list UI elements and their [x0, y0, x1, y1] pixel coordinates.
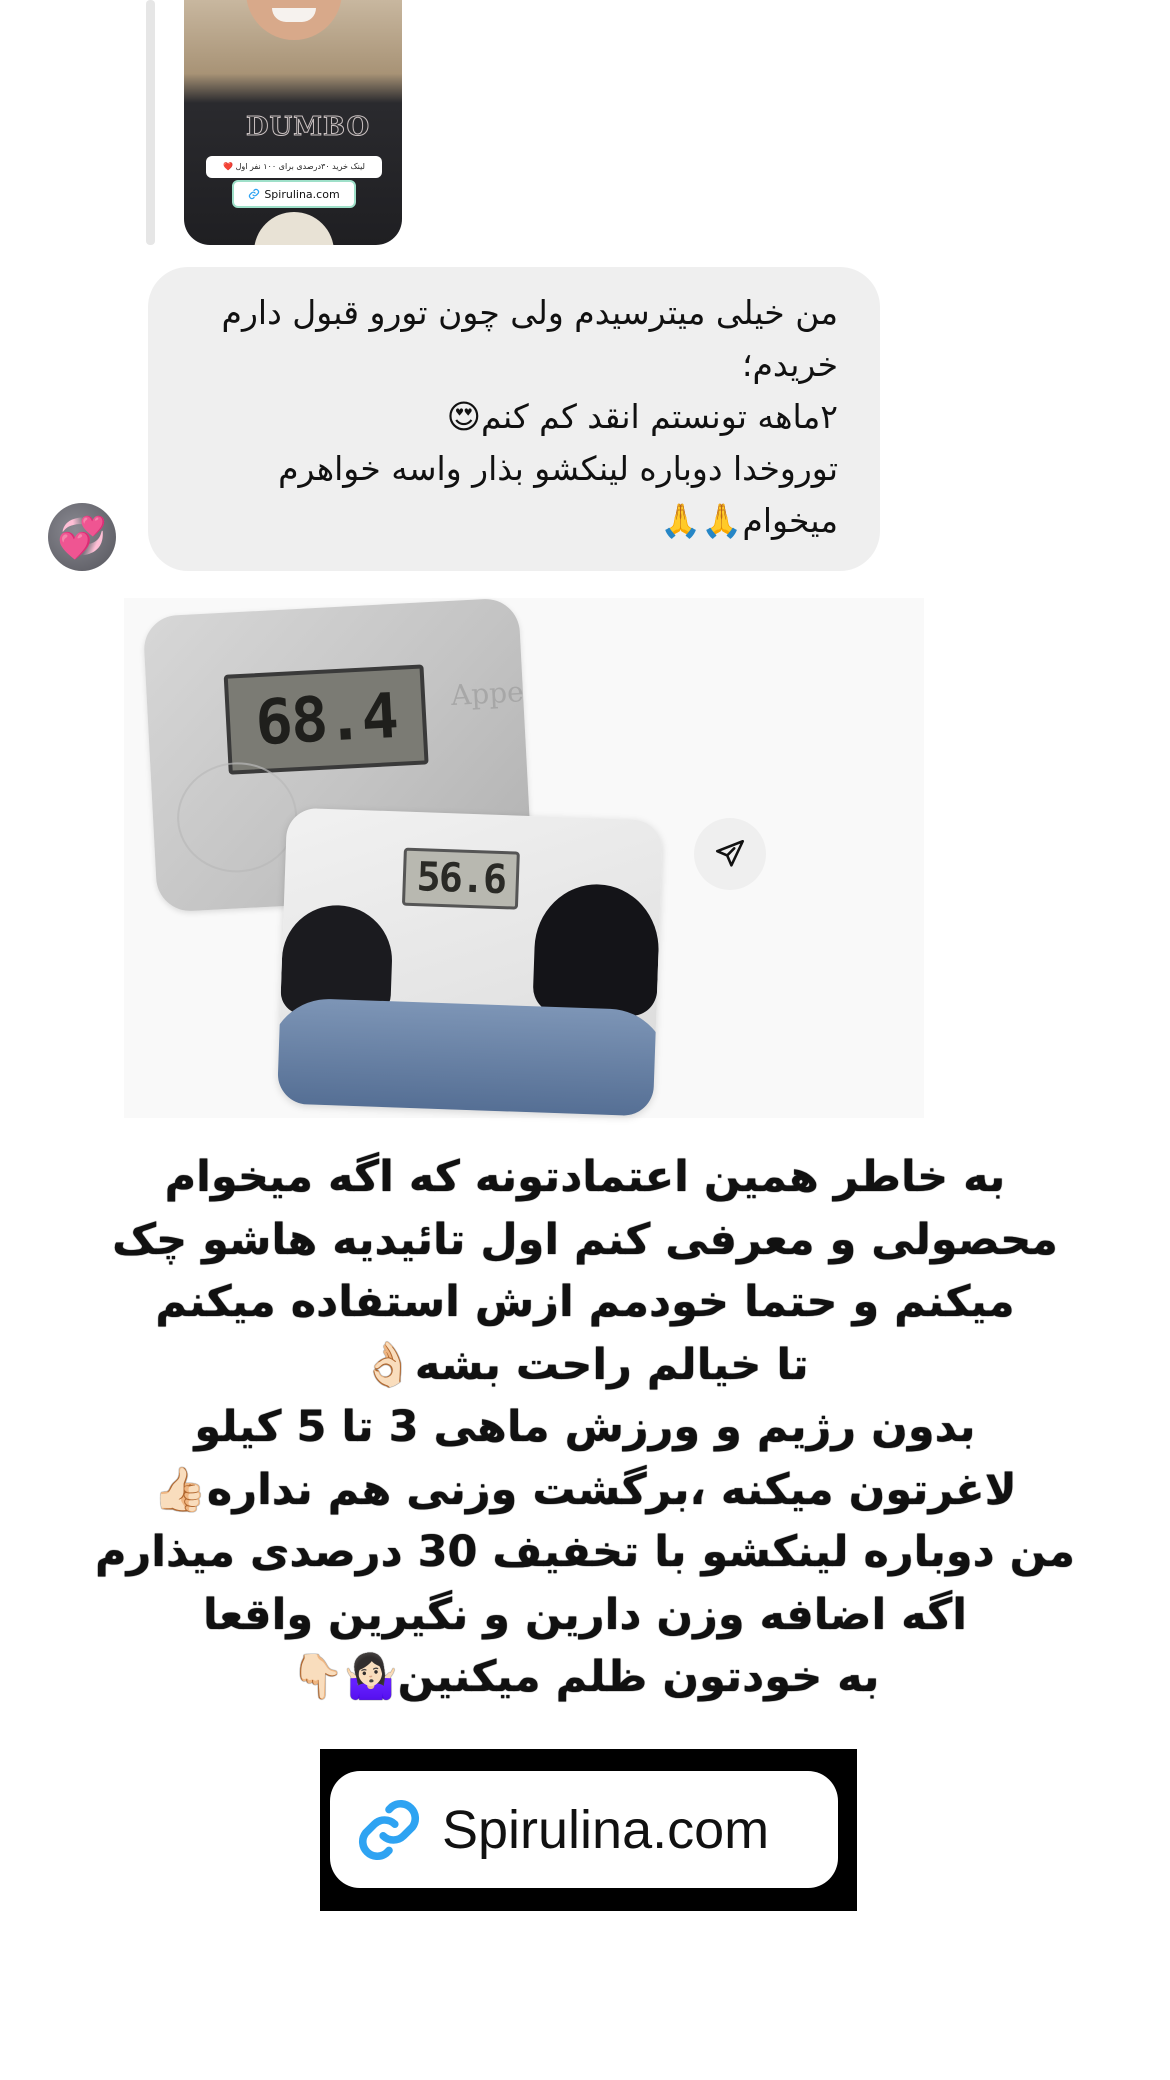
message-line: من خیلی میترسیدم ولی چون تورو قبول دارم	[221, 293, 838, 332]
reply-indicator-bar	[146, 0, 155, 245]
bowl-image	[254, 212, 334, 245]
caption-line: بدون رژیم و ورزش ماهی 3 تا 5 کیلو	[194, 1402, 976, 1452]
caption-text: به خاطر همین اعتمادتونه که اگه میخوام مح…	[40, 1146, 1130, 1709]
caption-line: من دوباره لینکشو با تخفیف 30 درصدی میذار…	[95, 1527, 1075, 1577]
message-line: میخوام🙏🙏	[660, 501, 838, 540]
story-link-text: Spirulina.com	[264, 187, 340, 201]
jeans	[276, 997, 664, 1117]
after-scale-reading: 56.6	[401, 847, 520, 910]
scale-brand: Appe	[450, 675, 525, 712]
message-line: ۲ماهه تونستم انقد کم کنم😍	[446, 397, 838, 436]
link-icon	[249, 188, 260, 200]
message-line: خریدم؛	[741, 345, 838, 384]
sender-avatar[interactable]: 💞	[48, 503, 116, 571]
link-icon	[358, 1799, 420, 1860]
share-button[interactable]	[694, 818, 766, 890]
link-sticker[interactable]: Spirulina.com	[330, 1771, 838, 1888]
right-foot	[532, 882, 661, 1017]
scale-decoration	[174, 759, 300, 876]
caption-line: لاغرتون میکنه ،برگشت وزنی هم نداره👍🏻	[153, 1464, 1017, 1515]
caption-line: میکنم و حتما خودمم ازش استفاده میکنم	[155, 1277, 1015, 1327]
send-icon	[715, 839, 745, 867]
message-text: من خیلی میترسیدم ولی چون تورو قبول دارم …	[178, 287, 838, 547]
story-reply-photo[interactable]: DUMBO لینک خرید ۳۰درصدی برای ۱۰۰ نفر اول…	[184, 0, 402, 245]
promo-label: لینک خرید ۳۰درصدی برای ۱۰۰ نفر اول ❤️	[206, 156, 382, 178]
before-scale-reading: 68.4	[223, 664, 429, 775]
shirt-print-text: DUMBO	[246, 112, 371, 143]
link-sticker-text: Spirulina.com	[442, 1799, 770, 1860]
after-scale-photo[interactable]: 56.6	[276, 807, 664, 1117]
message-line: توروخدا دوباره لینکشو بذار واسه خواهرم	[278, 449, 838, 488]
caption-line: به خاطر همین اعتمادتونه که اگه میخوام	[164, 1152, 1006, 1202]
caption-line: اگه اضافه وزن دارین و نگیرین واقعا	[203, 1589, 967, 1640]
story-link-sticker: Spirulina.com	[232, 180, 356, 208]
caption-line: تا خیالم راحت بشه👌🏻	[361, 1339, 809, 1390]
caption-line: به خودتون ظلم میکنین🤷🏻‍♀️👇🏻	[290, 1652, 880, 1702]
caption-line: محصولی و معرفی کنم اول تائیدیه هاشو چک	[112, 1214, 1058, 1265]
avatar-emoji: 💞	[57, 514, 107, 561]
